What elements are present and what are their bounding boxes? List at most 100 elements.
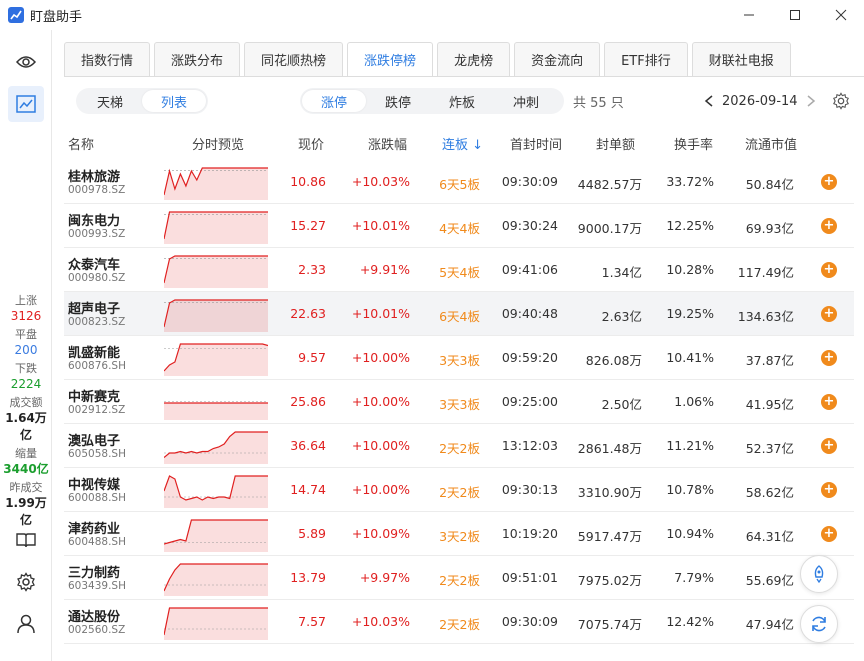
add-watch-button[interactable]: + bbox=[821, 174, 837, 190]
stock-seal-amount: 7975.02万 bbox=[577, 573, 642, 588]
stock-price: 10.86 bbox=[290, 174, 326, 189]
user-icon[interactable] bbox=[8, 606, 44, 642]
stock-name[interactable]: 中视传媒 bbox=[68, 474, 120, 493]
add-watch-button[interactable]: + bbox=[821, 526, 837, 542]
toolbar: 天梯 列表 涨停 跌停 炸板 冲刺 共 55 只 2026-09-14 bbox=[64, 86, 854, 116]
tab-6[interactable]: ETF排行 bbox=[604, 42, 688, 76]
col-name[interactable]: 名称 bbox=[68, 134, 94, 153]
tab-7[interactable]: 财联社电报 bbox=[691, 42, 791, 76]
stock-name[interactable]: 津药药业 bbox=[68, 518, 120, 537]
col-streak[interactable]: 连板 ↓ bbox=[442, 134, 483, 153]
table-row[interactable]: 通达股份 002560.SZ 7.57 +10.03% 2天2板 09:30:09 7075… bbox=[64, 600, 854, 644]
stock-seal-amount: 4482.57万 bbox=[577, 177, 642, 192]
filter-limit-down[interactable]: 跌停 bbox=[366, 90, 430, 112]
settings-icon[interactable] bbox=[832, 92, 850, 110]
tab-5[interactable]: 资金流向 bbox=[514, 42, 601, 76]
stat-turnover-value: 1.64万亿 bbox=[5, 411, 47, 442]
stock-change-pct: +10.01% bbox=[351, 218, 410, 233]
stock-name[interactable]: 众泰汽车 bbox=[68, 254, 120, 273]
intraday-sparkline bbox=[164, 211, 268, 244]
intraday-sparkline bbox=[164, 607, 268, 640]
date-picker: 2026-09-14 bbox=[704, 89, 850, 113]
stock-market-cap: 55.69亿 bbox=[745, 573, 794, 588]
add-watch-button[interactable]: + bbox=[821, 438, 837, 454]
stock-name[interactable]: 凯盛新能 bbox=[68, 342, 120, 361]
refresh-button[interactable] bbox=[800, 605, 838, 643]
tab-3[interactable]: 涨跌停榜 bbox=[347, 42, 434, 76]
stock-code: 002560.SZ bbox=[68, 624, 126, 636]
stock-name[interactable]: 超声电子 bbox=[68, 298, 120, 317]
tab-1[interactable]: 涨跌分布 bbox=[154, 42, 241, 76]
view-list-button[interactable]: 列表 bbox=[142, 90, 206, 112]
stock-streak: 5天4板 bbox=[439, 265, 480, 280]
stock-price: 36.64 bbox=[290, 438, 326, 453]
filter-limit-up[interactable]: 涨停 bbox=[302, 90, 366, 112]
filter-broken[interactable]: 炸板 bbox=[430, 90, 494, 112]
stock-change-pct: +10.01% bbox=[351, 306, 410, 321]
table-row[interactable]: 三力制药 603439.SH 13.79 +9.97% 2天2板 09:51:01 7975… bbox=[64, 556, 854, 600]
col-market-cap[interactable]: 流通市值 bbox=[745, 134, 797, 153]
stock-turnover: 12.25% bbox=[666, 218, 714, 233]
table-row[interactable]: 超声电子 000823.SZ 22.63 +10.01% 6天4板 09:40:48 2.6… bbox=[64, 292, 854, 336]
intraday-sparkline bbox=[164, 299, 268, 332]
book-icon[interactable] bbox=[8, 522, 44, 558]
add-watch-button[interactable]: + bbox=[821, 394, 837, 410]
add-watch-button[interactable]: + bbox=[821, 218, 837, 234]
add-watch-button[interactable]: + bbox=[821, 262, 837, 278]
chevron-right-icon[interactable] bbox=[806, 95, 816, 107]
table-row[interactable]: 众泰汽车 000980.SZ 2.33 +9.91% 5天4板 09:41:06 1.34亿… bbox=[64, 248, 854, 292]
table-row[interactable]: 凯盛新能 600876.SH 9.57 +10.00% 3天3板 09:59:20 826.… bbox=[64, 336, 854, 380]
stock-name[interactable]: 三力制药 bbox=[68, 562, 120, 581]
stock-name[interactable]: 桂林旅游 bbox=[68, 166, 120, 185]
col-turnover[interactable]: 换手率 bbox=[674, 134, 713, 153]
view-toggle: 天梯 列表 bbox=[76, 88, 208, 114]
table-row[interactable]: 中视传媒 600088.SH 14.74 +10.00% 2天2板 09:30:13 331… bbox=[64, 468, 854, 512]
col-price[interactable]: 现价 bbox=[298, 134, 324, 153]
table-row[interactable]: 桂林旅游 000978.SZ 10.86 +10.03% 6天5板 09:30:09 448… bbox=[64, 160, 854, 204]
add-watch-button[interactable]: + bbox=[821, 350, 837, 366]
stock-streak: 2天2板 bbox=[439, 441, 480, 456]
stock-first-seal-time: 10:19:20 bbox=[501, 526, 558, 541]
stock-code: 000980.SZ bbox=[68, 272, 126, 284]
view-ladder-button[interactable]: 天梯 bbox=[78, 90, 142, 112]
add-watch-button[interactable]: + bbox=[821, 306, 837, 322]
rocket-button[interactable] bbox=[800, 555, 838, 593]
stock-name[interactable]: 闽东电力 bbox=[68, 210, 120, 229]
stock-turnover: 10.78% bbox=[666, 482, 714, 497]
close-button[interactable] bbox=[818, 0, 864, 30]
sidebar: 上涨 3126 平盘 200 下跌 2224 成交额 1.64万亿 缩量 344… bbox=[0, 30, 52, 661]
sparkline-area bbox=[164, 520, 268, 552]
market-chart-icon[interactable] bbox=[8, 86, 44, 122]
settings-gear-icon[interactable] bbox=[8, 564, 44, 600]
tab-2[interactable]: 同花顺热榜 bbox=[244, 42, 344, 76]
filter-sprint[interactable]: 冲刺 bbox=[494, 90, 558, 112]
stock-market-cap: 52.37亿 bbox=[745, 441, 794, 456]
tab-0[interactable]: 指数行情 bbox=[64, 42, 151, 76]
stock-name[interactable]: 澳弘电子 bbox=[68, 430, 120, 449]
maximize-button[interactable] bbox=[772, 0, 818, 30]
table-row[interactable]: 澳弘电子 605058.SH 36.64 +10.00% 2天2板 13:12:03 286… bbox=[64, 424, 854, 468]
table-row[interactable]: 津药药业 600488.SH 5.89 +10.09% 3天2板 10:19:20 5917… bbox=[64, 512, 854, 556]
stock-name[interactable]: 通达股份 bbox=[68, 606, 120, 625]
stock-market-cap: 47.94亿 bbox=[745, 617, 794, 632]
stock-seal-amount: 5917.47万 bbox=[577, 529, 642, 544]
col-seal-amount[interactable]: 封单额 bbox=[596, 134, 635, 153]
stock-market-cap: 117.49亿 bbox=[737, 265, 794, 280]
stock-price: 14.74 bbox=[290, 482, 326, 497]
tab-4[interactable]: 龙虎榜 bbox=[437, 42, 511, 76]
date-value[interactable]: 2026-09-14 bbox=[722, 94, 798, 109]
chevron-left-icon[interactable] bbox=[704, 95, 714, 107]
table-row[interactable]: 中新赛克 002912.SZ 25.86 +10.00% 3天3板 09:25:00 2.5… bbox=[64, 380, 854, 424]
stock-name[interactable]: 中新赛克 bbox=[68, 386, 120, 405]
col-sparkline: 分时预览 bbox=[192, 138, 245, 153]
add-watch-button[interactable]: + bbox=[821, 482, 837, 498]
stock-turnover: 10.94% bbox=[666, 526, 714, 541]
stock-change-pct: +10.03% bbox=[351, 174, 410, 189]
watch-eye-icon[interactable] bbox=[8, 44, 44, 80]
table-row[interactable]: 闽东电力 000993.SZ 15.27 +10.01% 4天4板 09:30:24 900… bbox=[64, 204, 854, 248]
minimize-button[interactable] bbox=[726, 0, 772, 30]
stock-first-seal-time: 09:25:00 bbox=[501, 394, 558, 409]
col-change-pct[interactable]: 涨跌幅 bbox=[368, 134, 407, 153]
col-first-seal-time[interactable]: 首封时间 bbox=[510, 134, 562, 153]
stock-first-seal-time: 09:51:01 bbox=[501, 570, 558, 585]
